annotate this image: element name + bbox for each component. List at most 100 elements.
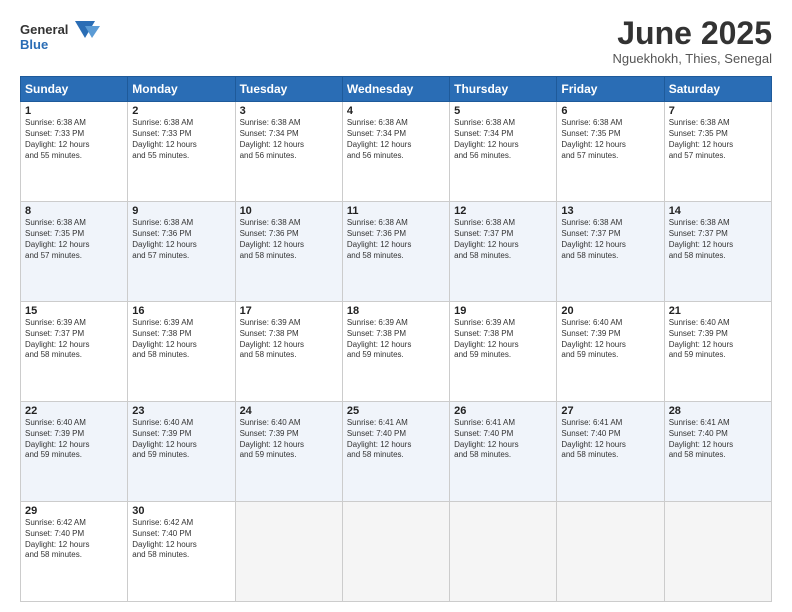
table-row: 25Sunrise: 6:41 AM Sunset: 7:40 PM Dayli… — [342, 402, 449, 502]
day-info: Sunrise: 6:38 AM Sunset: 7:37 PM Dayligh… — [561, 218, 659, 261]
day-info: Sunrise: 6:39 AM Sunset: 7:38 PM Dayligh… — [132, 318, 230, 361]
week-row: 1Sunrise: 6:38 AM Sunset: 7:33 PM Daylig… — [21, 102, 772, 202]
table-row: 11Sunrise: 6:38 AM Sunset: 7:36 PM Dayli… — [342, 202, 449, 302]
day-info: Sunrise: 6:42 AM Sunset: 7:40 PM Dayligh… — [25, 518, 123, 561]
table-row — [557, 502, 664, 602]
table-row: 13Sunrise: 6:38 AM Sunset: 7:37 PM Dayli… — [557, 202, 664, 302]
day-info: Sunrise: 6:38 AM Sunset: 7:35 PM Dayligh… — [25, 218, 123, 261]
table-row: 9Sunrise: 6:38 AM Sunset: 7:36 PM Daylig… — [128, 202, 235, 302]
svg-text:General: General — [20, 22, 68, 37]
title-area: June 2025 Nguekhokh, Thies, Senegal — [613, 16, 772, 66]
month-title: June 2025 — [613, 16, 772, 51]
day-number: 24 — [240, 405, 338, 417]
table-row: 15Sunrise: 6:39 AM Sunset: 7:37 PM Dayli… — [21, 302, 128, 402]
day-info: Sunrise: 6:41 AM Sunset: 7:40 PM Dayligh… — [561, 418, 659, 461]
day-info: Sunrise: 6:39 AM Sunset: 7:38 PM Dayligh… — [454, 318, 552, 361]
table-row: 5Sunrise: 6:38 AM Sunset: 7:34 PM Daylig… — [450, 102, 557, 202]
day-info: Sunrise: 6:39 AM Sunset: 7:38 PM Dayligh… — [347, 318, 445, 361]
table-row: 12Sunrise: 6:38 AM Sunset: 7:37 PM Dayli… — [450, 202, 557, 302]
day-info: Sunrise: 6:40 AM Sunset: 7:39 PM Dayligh… — [240, 418, 338, 461]
day-info: Sunrise: 6:39 AM Sunset: 7:38 PM Dayligh… — [240, 318, 338, 361]
day-number: 12 — [454, 205, 552, 217]
day-number: 16 — [132, 305, 230, 317]
day-info: Sunrise: 6:41 AM Sunset: 7:40 PM Dayligh… — [669, 418, 767, 461]
day-number: 2 — [132, 105, 230, 117]
day-number: 23 — [132, 405, 230, 417]
table-row: 3Sunrise: 6:38 AM Sunset: 7:34 PM Daylig… — [235, 102, 342, 202]
table-row: 24Sunrise: 6:40 AM Sunset: 7:39 PM Dayli… — [235, 402, 342, 502]
table-row: 8Sunrise: 6:38 AM Sunset: 7:35 PM Daylig… — [21, 202, 128, 302]
day-number: 3 — [240, 105, 338, 117]
svg-text:Blue: Blue — [20, 37, 48, 52]
table-row: 18Sunrise: 6:39 AM Sunset: 7:38 PM Dayli… — [342, 302, 449, 402]
day-number: 4 — [347, 105, 445, 117]
table-row: 28Sunrise: 6:41 AM Sunset: 7:40 PM Dayli… — [664, 402, 771, 502]
table-row: 22Sunrise: 6:40 AM Sunset: 7:39 PM Dayli… — [21, 402, 128, 502]
day-number: 5 — [454, 105, 552, 117]
table-row: 27Sunrise: 6:41 AM Sunset: 7:40 PM Dayli… — [557, 402, 664, 502]
table-row — [342, 502, 449, 602]
table-row: 1Sunrise: 6:38 AM Sunset: 7:33 PM Daylig… — [21, 102, 128, 202]
week-row: 15Sunrise: 6:39 AM Sunset: 7:37 PM Dayli… — [21, 302, 772, 402]
table-row: 26Sunrise: 6:41 AM Sunset: 7:40 PM Dayli… — [450, 402, 557, 502]
day-number: 15 — [25, 305, 123, 317]
day-info: Sunrise: 6:40 AM Sunset: 7:39 PM Dayligh… — [25, 418, 123, 461]
day-info: Sunrise: 6:38 AM Sunset: 7:34 PM Dayligh… — [240, 118, 338, 161]
day-info: Sunrise: 6:38 AM Sunset: 7:35 PM Dayligh… — [561, 118, 659, 161]
day-number: 10 — [240, 205, 338, 217]
logo-svg: General Blue — [20, 16, 110, 56]
day-info: Sunrise: 6:38 AM Sunset: 7:37 PM Dayligh… — [454, 218, 552, 261]
day-number: 19 — [454, 305, 552, 317]
day-number: 22 — [25, 405, 123, 417]
day-info: Sunrise: 6:38 AM Sunset: 7:37 PM Dayligh… — [669, 218, 767, 261]
page: General Blue June 2025 Nguekhokh, Thies,… — [0, 0, 792, 612]
day-number: 27 — [561, 405, 659, 417]
day-info: Sunrise: 6:38 AM Sunset: 7:34 PM Dayligh… — [347, 118, 445, 161]
day-info: Sunrise: 6:38 AM Sunset: 7:35 PM Dayligh… — [669, 118, 767, 161]
day-number: 30 — [132, 505, 230, 517]
col-thursday: Thursday — [450, 77, 557, 102]
table-row: 19Sunrise: 6:39 AM Sunset: 7:38 PM Dayli… — [450, 302, 557, 402]
day-number: 29 — [25, 505, 123, 517]
day-info: Sunrise: 6:41 AM Sunset: 7:40 PM Dayligh… — [347, 418, 445, 461]
calendar-table: Sunday Monday Tuesday Wednesday Thursday… — [20, 76, 772, 602]
day-info: Sunrise: 6:40 AM Sunset: 7:39 PM Dayligh… — [669, 318, 767, 361]
day-number: 21 — [669, 305, 767, 317]
day-number: 1 — [25, 105, 123, 117]
table-row: 17Sunrise: 6:39 AM Sunset: 7:38 PM Dayli… — [235, 302, 342, 402]
day-info: Sunrise: 6:38 AM Sunset: 7:33 PM Dayligh… — [25, 118, 123, 161]
week-row: 22Sunrise: 6:40 AM Sunset: 7:39 PM Dayli… — [21, 402, 772, 502]
table-row: 4Sunrise: 6:38 AM Sunset: 7:34 PM Daylig… — [342, 102, 449, 202]
table-row — [235, 502, 342, 602]
week-row: 8Sunrise: 6:38 AM Sunset: 7:35 PM Daylig… — [21, 202, 772, 302]
day-number: 18 — [347, 305, 445, 317]
day-number: 17 — [240, 305, 338, 317]
table-row: 16Sunrise: 6:39 AM Sunset: 7:38 PM Dayli… — [128, 302, 235, 402]
col-tuesday: Tuesday — [235, 77, 342, 102]
day-number: 26 — [454, 405, 552, 417]
day-number: 8 — [25, 205, 123, 217]
day-info: Sunrise: 6:38 AM Sunset: 7:36 PM Dayligh… — [240, 218, 338, 261]
day-info: Sunrise: 6:38 AM Sunset: 7:36 PM Dayligh… — [347, 218, 445, 261]
day-number: 9 — [132, 205, 230, 217]
day-info: Sunrise: 6:38 AM Sunset: 7:33 PM Dayligh… — [132, 118, 230, 161]
table-row: 6Sunrise: 6:38 AM Sunset: 7:35 PM Daylig… — [557, 102, 664, 202]
col-friday: Friday — [557, 77, 664, 102]
col-sunday: Sunday — [21, 77, 128, 102]
table-row: 2Sunrise: 6:38 AM Sunset: 7:33 PM Daylig… — [128, 102, 235, 202]
header-row: Sunday Monday Tuesday Wednesday Thursday… — [21, 77, 772, 102]
table-row: 23Sunrise: 6:40 AM Sunset: 7:39 PM Dayli… — [128, 402, 235, 502]
subtitle: Nguekhokh, Thies, Senegal — [613, 51, 772, 66]
day-info: Sunrise: 6:41 AM Sunset: 7:40 PM Dayligh… — [454, 418, 552, 461]
day-number: 11 — [347, 205, 445, 217]
col-wednesday: Wednesday — [342, 77, 449, 102]
col-monday: Monday — [128, 77, 235, 102]
week-row: 29Sunrise: 6:42 AM Sunset: 7:40 PM Dayli… — [21, 502, 772, 602]
logo: General Blue — [20, 16, 110, 56]
day-info: Sunrise: 6:38 AM Sunset: 7:34 PM Dayligh… — [454, 118, 552, 161]
table-row: 29Sunrise: 6:42 AM Sunset: 7:40 PM Dayli… — [21, 502, 128, 602]
day-info: Sunrise: 6:40 AM Sunset: 7:39 PM Dayligh… — [132, 418, 230, 461]
header: General Blue June 2025 Nguekhokh, Thies,… — [20, 16, 772, 66]
table-row: 20Sunrise: 6:40 AM Sunset: 7:39 PM Dayli… — [557, 302, 664, 402]
day-number: 6 — [561, 105, 659, 117]
